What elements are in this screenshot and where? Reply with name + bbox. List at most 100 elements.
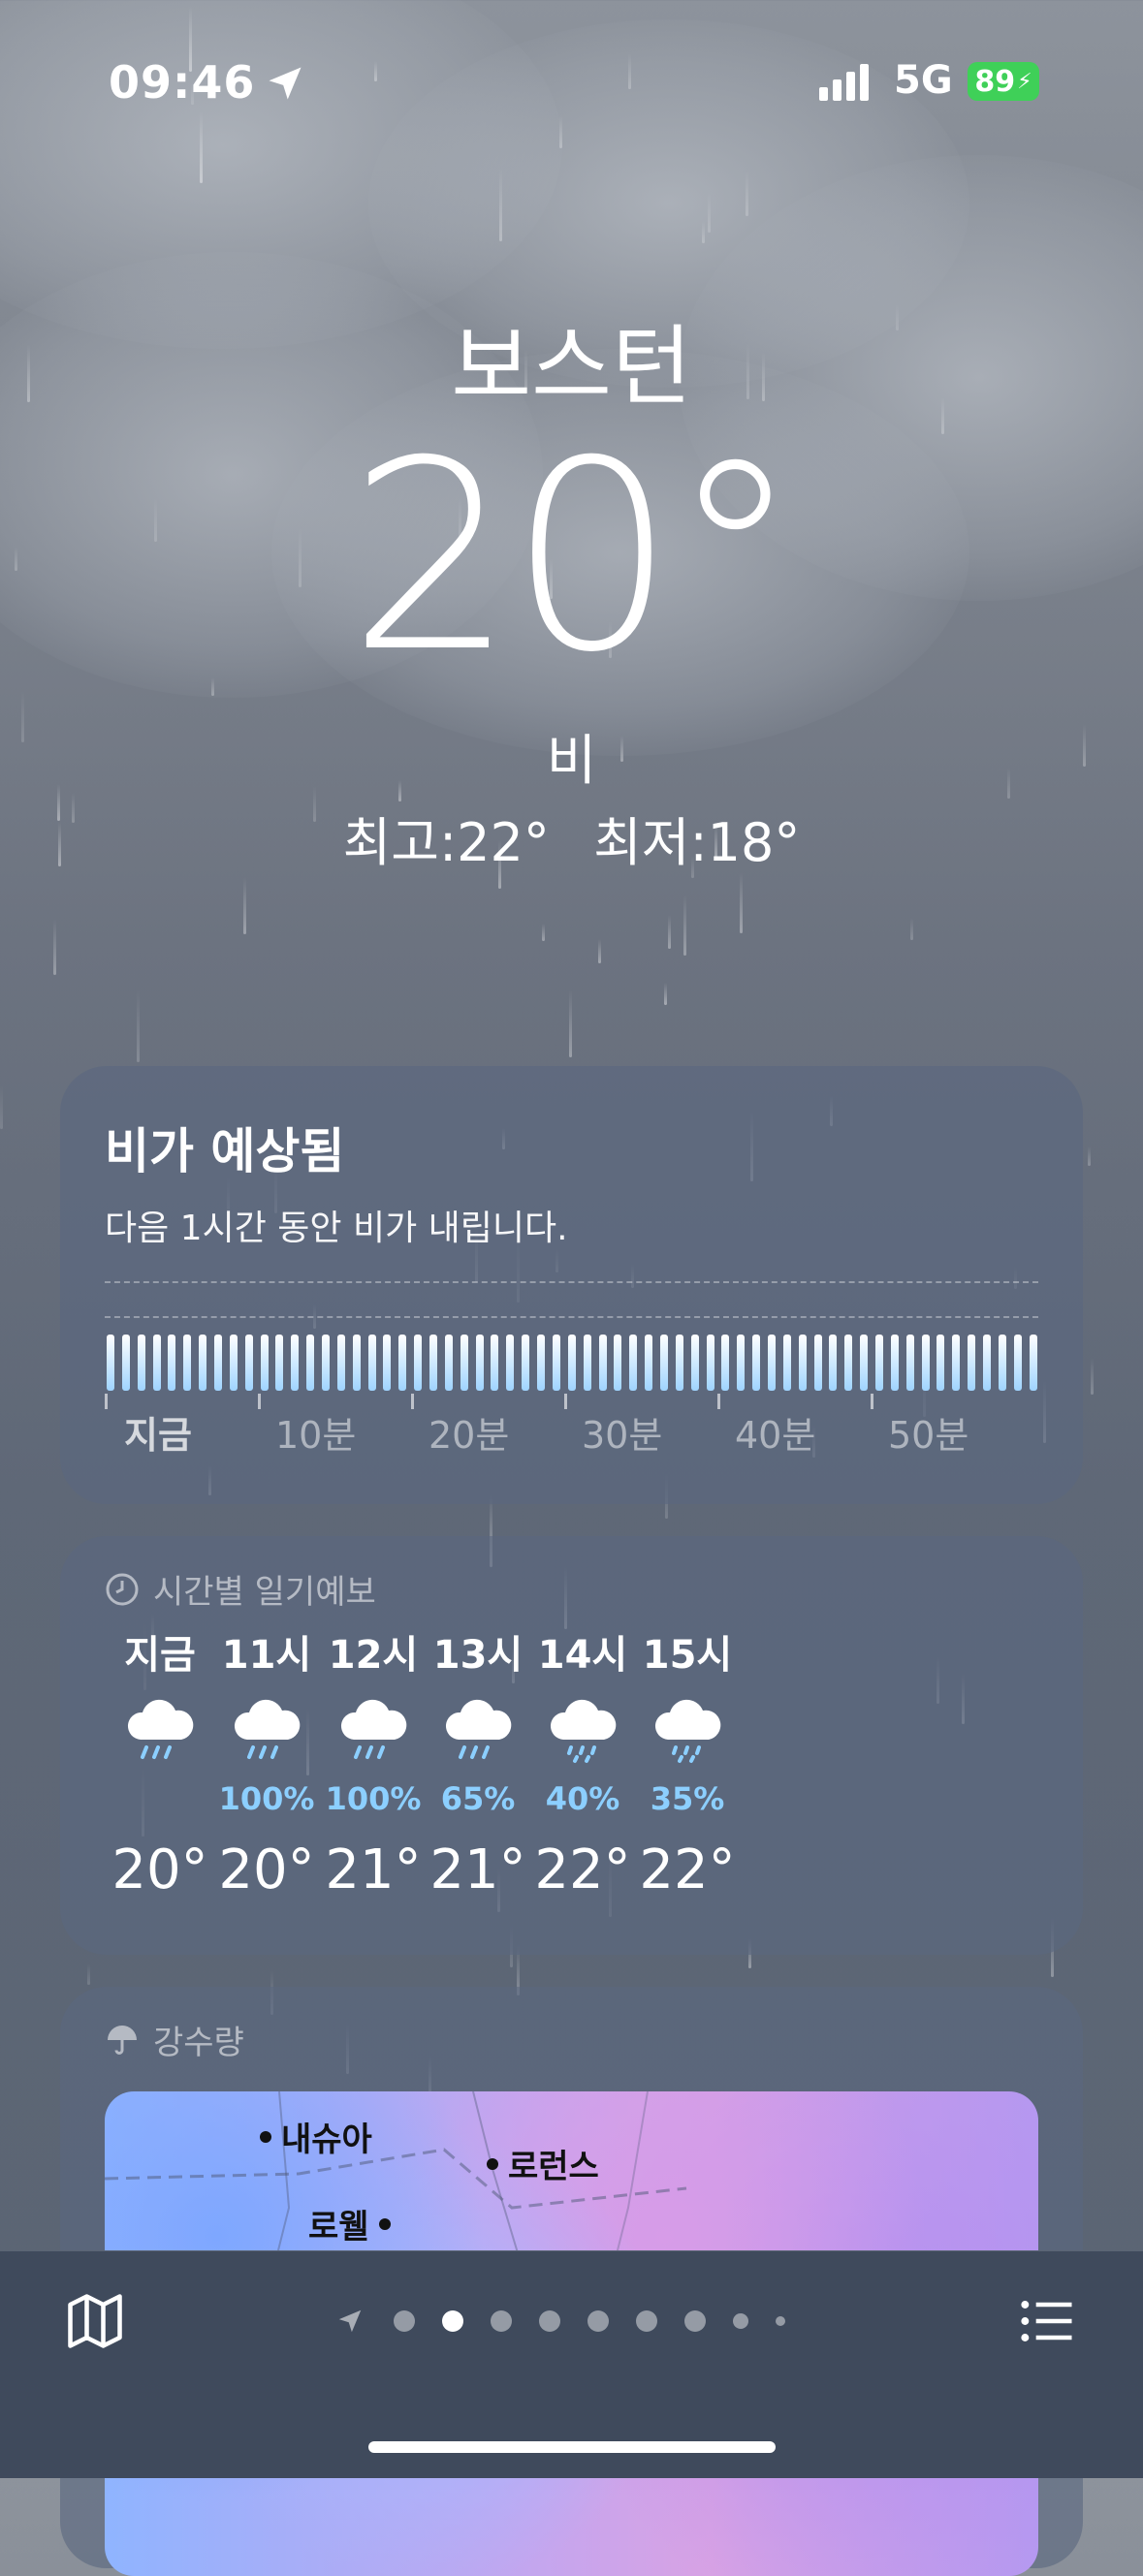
battery-level: 89	[974, 64, 1016, 99]
page-dot[interactable]	[539, 2310, 560, 2332]
drizzle-cloud-icon	[615, 1693, 760, 1780]
rain-streak	[683, 895, 686, 956]
precip-bar	[352, 1335, 361, 1391]
rain-card-title: 비가 예상됨	[105, 1123, 345, 1179]
map-place-nashua: 내슈아	[260, 2113, 372, 2160]
hour-column: 15시 35% 22°	[615, 1623, 760, 1901]
rain-streak	[1088, 1147, 1091, 1166]
precip-bar	[645, 1335, 653, 1391]
rain-card-subtitle: 다음 1시간 동안 비가 내립니다.	[105, 1209, 568, 1248]
time-axis-labels: 지금 10분 20분 30분 40분 50분	[60, 1405, 1083, 1463]
network-type: 5G	[894, 58, 953, 103]
precip-bar	[214, 1335, 223, 1391]
next-hour-precip-card[interactable]: 비가 예상됨 다음 1시간 동안 비가 내립니다. 지금 10분 20분 30분…	[60, 1066, 1083, 1504]
rain-streak	[569, 990, 572, 1057]
precip-bar	[306, 1335, 315, 1391]
page-dot[interactable]	[491, 2310, 512, 2332]
precip-bar	[475, 1335, 484, 1391]
precip-bar	[460, 1335, 468, 1391]
precip-bar	[659, 1335, 668, 1391]
page-dot[interactable]	[684, 2310, 706, 2332]
page-dot-active[interactable]	[442, 2310, 463, 2332]
precip-bar	[137, 1335, 145, 1391]
precip-bar	[260, 1335, 269, 1391]
precip-bar	[614, 1335, 622, 1391]
precip-bar	[874, 1335, 883, 1391]
precip-bar	[121, 1335, 130, 1391]
hour-label: 15시	[642, 1633, 733, 1678]
precip-bar	[322, 1335, 331, 1391]
precip-bar	[229, 1335, 238, 1391]
precip-bar	[275, 1335, 284, 1391]
precip-bar	[336, 1335, 345, 1391]
precip-bar	[152, 1335, 161, 1391]
precip-bar	[107, 1335, 114, 1391]
rain-streak	[708, 192, 711, 233]
precip-bar	[968, 1335, 976, 1391]
rain-streak	[499, 168, 502, 241]
rain-streak	[53, 919, 56, 975]
precip-bar	[506, 1335, 515, 1391]
page-indicator[interactable]	[335, 2302, 799, 2340]
map-place-lawrence: 로런스	[487, 2140, 599, 2187]
rain-streak	[1091, 1358, 1094, 1395]
rain-streak	[664, 983, 667, 1005]
precip-bar	[414, 1335, 423, 1391]
battery-indicator: 89 ⚡	[968, 62, 1039, 101]
weather-condition: 비	[546, 730, 597, 793]
precip-bar	[567, 1335, 576, 1391]
intensity-line-moderate	[105, 1316, 1038, 1318]
precipitation-title: 강수량	[153, 2024, 244, 2062]
home-indicator[interactable]	[368, 2441, 776, 2453]
precip-bar	[537, 1335, 546, 1391]
precip-bar	[552, 1335, 560, 1391]
rain-streak	[243, 877, 246, 934]
status-time: 09:46	[109, 56, 256, 109]
precip-bar	[829, 1335, 838, 1391]
rain-streak	[668, 915, 671, 949]
precip-bar	[291, 1335, 300, 1391]
rain-streak	[559, 115, 562, 148]
precip-bar	[168, 1335, 176, 1391]
precip-bar	[752, 1335, 761, 1391]
precip-bar	[782, 1335, 791, 1391]
umbrella-icon	[108, 2025, 137, 2055]
precip-bar	[491, 1335, 499, 1391]
rain-streak	[910, 918, 913, 940]
precip-bar	[737, 1335, 746, 1391]
clock-icon	[106, 1573, 139, 1605]
page-dot[interactable]	[587, 2310, 609, 2332]
hourly-forecast-header: 시간별 일기예보	[105, 1565, 376, 1613]
time-label: 40분	[735, 1414, 816, 1457]
hourly-forecast-title: 시간별 일기예보	[153, 1573, 376, 1612]
high-low: 최고:22° 최저:18°	[0, 800, 1143, 876]
precip-bar	[798, 1335, 807, 1391]
page-dot[interactable]	[776, 2316, 785, 2326]
precip-bar	[444, 1335, 453, 1391]
list-icon[interactable]	[1014, 2288, 1080, 2354]
time-label: 지금	[124, 1414, 192, 1457]
precip-bar	[367, 1335, 376, 1391]
map-place-lowell: 로웰	[308, 2200, 391, 2247]
precip-bar	[522, 1335, 530, 1391]
page-dot[interactable]	[394, 2310, 415, 2332]
current-location-page-icon[interactable]	[335, 2307, 365, 2336]
rain-streak	[542, 924, 545, 941]
precip-bar	[1029, 1335, 1037, 1391]
rain-streak	[598, 939, 601, 963]
precip-bar	[998, 1335, 1006, 1391]
page-dot[interactable]	[733, 2313, 748, 2329]
status-bar: 09:46 5G 89 ⚡	[0, 56, 1143, 114]
location-arrow-icon	[269, 67, 302, 100]
precip-bar	[982, 1335, 991, 1391]
precipitation-header: 강수량	[105, 2016, 244, 2063]
precip-bar	[199, 1335, 207, 1391]
precip-bar	[629, 1335, 638, 1391]
page-dot[interactable]	[636, 2310, 657, 2332]
bottom-toolbar	[0, 2250, 1143, 2478]
hourly-forecast-card[interactable]: 시간별 일기예보 지금 20° 11시 100% 20° 12시 100% 21° 13시 65%…	[60, 1536, 1083, 1955]
map-icon[interactable]	[62, 2288, 128, 2354]
precip-bar	[890, 1335, 899, 1391]
charging-icon: ⚡	[1017, 69, 1032, 94]
rain-streak	[0, 1085, 3, 1129]
